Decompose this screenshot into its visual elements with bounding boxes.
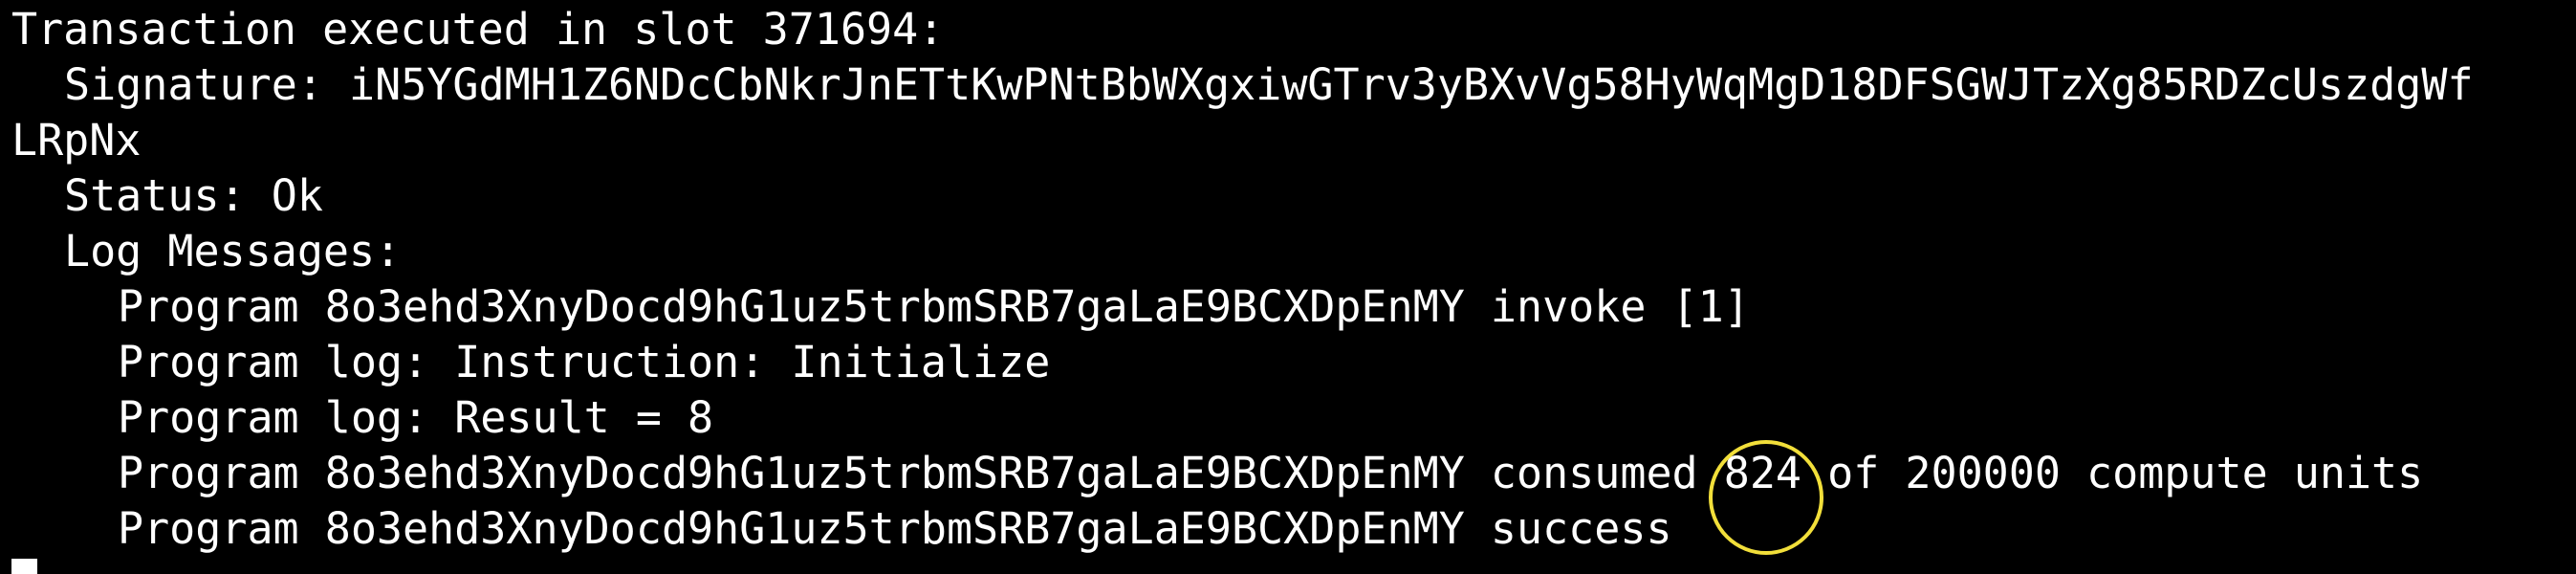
- signature-wrap-line: LRpNx: [11, 115, 142, 166]
- log-invoke-line: Program 8o3ehd3XnyDocd9hG1uz5trbmSRB7gaL…: [118, 281, 1750, 332]
- log-consumed-line: Program 8o3ehd3XnyDocd9hG1uz5trbmSRB7gaL…: [0, 440, 2576, 555]
- transaction-slot-line: Transaction executed in slot 371694:: [11, 4, 945, 55]
- log-result-line: Program log: Result = 8: [118, 392, 714, 443]
- signature-line: Signature: iN5YGdMH1Z6NDcCbNkrJnETtKwPNt…: [64, 59, 2474, 110]
- consumed-prefix: Program 8o3ehd3XnyDocd9hG1uz5trbmSRB7gaL…: [118, 448, 1724, 498]
- consumed-suffix: of 200000 compute units: [1801, 448, 2424, 498]
- terminal-cursor: [11, 559, 37, 574]
- status-line: Status: Ok: [64, 170, 323, 221]
- log-instruction-line: Program log: Instruction: Initialize: [118, 337, 1051, 387]
- terminal-window: Transaction executed in slot 371694: Sig…: [0, 0, 2576, 574]
- consumed-value: 824: [1708, 440, 1823, 555]
- log-success-line: Program 8o3ehd3XnyDocd9hG1uz5trbmSRB7gaL…: [118, 503, 1672, 554]
- consumed-value-text: 824: [1723, 448, 1802, 498]
- log-messages-header: Log Messages:: [64, 226, 402, 276]
